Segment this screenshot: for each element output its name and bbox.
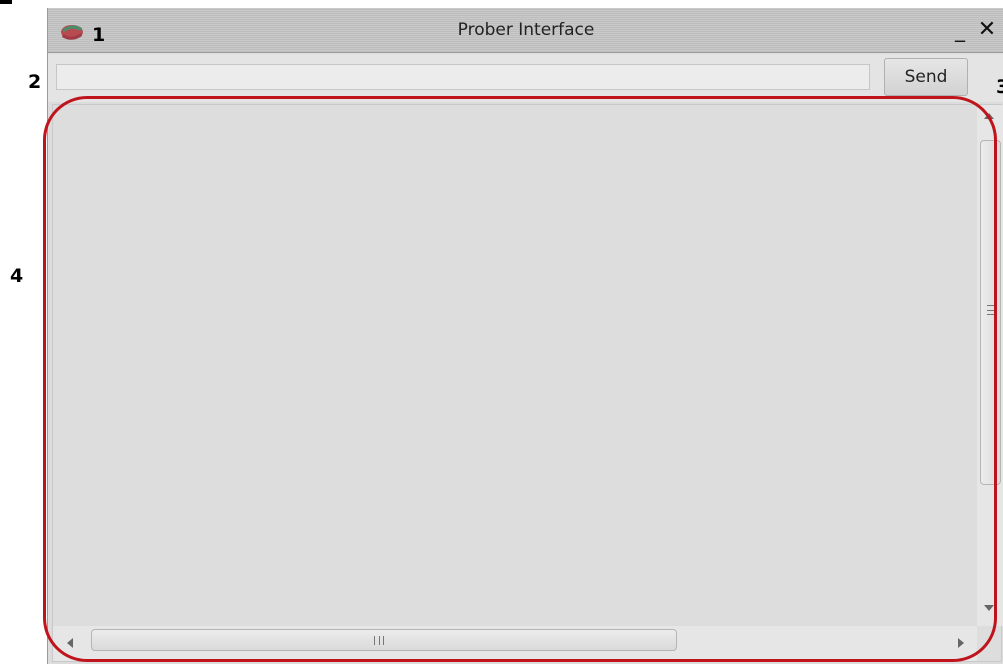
- window-title: Prober Interface: [457, 20, 595, 40]
- command-input[interactable]: [56, 64, 870, 90]
- vertical-scroll-thumb[interactable]: [980, 140, 1001, 485]
- callout-label-4: 4: [10, 265, 24, 287]
- corner-mark: [0, 0, 12, 4]
- close-icon[interactable]: ✕: [975, 17, 999, 43]
- output-text-area[interactable]: [52, 104, 1003, 662]
- horizontal-scroll-thumb[interactable]: [91, 629, 677, 651]
- scroll-left-arrow-icon[interactable]: [67, 638, 73, 648]
- title-bar[interactable]: Prober Interface _ ✕: [48, 8, 1003, 53]
- grip-icon: [987, 305, 995, 315]
- callout-label-1: 1: [92, 24, 106, 46]
- scroll-right-arrow-icon[interactable]: [958, 638, 964, 648]
- scroll-down-arrow-icon[interactable]: [984, 605, 994, 611]
- minimize-icon[interactable]: _: [950, 18, 970, 42]
- command-row: Send: [48, 54, 1003, 102]
- grip-icon: [374, 636, 384, 645]
- prober-window: Prober Interface _ ✕ Send: [47, 8, 1003, 664]
- vertical-scrollbar[interactable]: [977, 105, 1003, 626]
- scroll-up-arrow-icon[interactable]: [984, 113, 994, 119]
- callout-label-2: 2: [28, 71, 42, 93]
- callout-label-3: 3: [996, 76, 1003, 98]
- horizontal-scrollbar[interactable]: [53, 626, 977, 661]
- send-button[interactable]: Send: [884, 58, 968, 96]
- screenshot: Prober Interface _ ✕ Send 1 2 3 4: [0, 0, 1003, 664]
